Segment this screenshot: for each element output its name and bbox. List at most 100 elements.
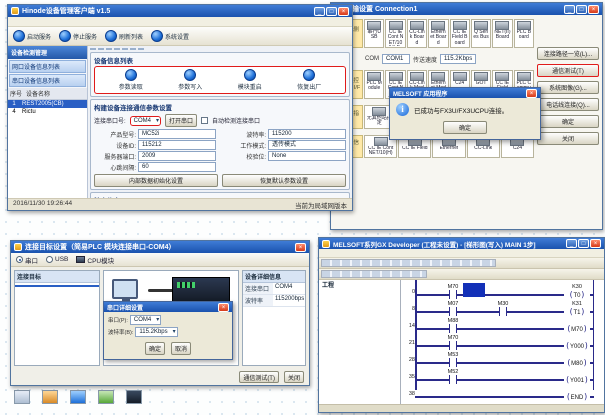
ok-button[interactable]: 确定	[443, 121, 487, 134]
coil-label: T1	[573, 310, 580, 316]
coil-symbol[interactable]: K30 (T0)	[564, 284, 590, 301]
contact-symbol[interactable]: M88	[441, 318, 465, 333]
close-button[interactable]	[338, 7, 349, 16]
close-button[interactable]	[590, 239, 601, 248]
interface-tile[interactable]: 串行USB	[364, 19, 384, 48]
close-button[interactable]	[526, 89, 537, 98]
param-input[interactable]: 透传模式	[268, 140, 346, 150]
open-port-button[interactable]: 打开串口	[165, 114, 197, 127]
device-manager-titlebar[interactable]: Hinode设备管理客户端 v1.5	[8, 5, 352, 17]
restore-defaults-button[interactable]: 恢复默认参数设置	[222, 174, 346, 187]
project-root[interactable]: 工程	[320, 282, 399, 291]
toolbar-button[interactable]: 启动服务	[13, 30, 51, 42]
serial-port-select[interactable]: COM4	[130, 315, 161, 325]
coil-symbol[interactable]: K31 (T1)	[564, 301, 590, 318]
system-image-button[interactable]: 系统图像(G)...	[537, 81, 599, 94]
connection-channel-list-button[interactable]: 连接路径一览(L)...	[537, 47, 599, 60]
device-list-row[interactable]: 1 REST2005(CB)	[8, 100, 87, 108]
param-input[interactable]: 60	[138, 162, 216, 172]
coil-symbol[interactable]: (M70)	[564, 318, 590, 335]
gx-developer-titlebar[interactable]: MELSOFT系列GX Developer (工程未设置) - [梯形图(写入)…	[319, 238, 604, 249]
serial-radio-option[interactable]: 串口	[16, 255, 38, 265]
cancel-button[interactable]: 取消	[171, 342, 191, 355]
contact-symbol[interactable]: M53	[441, 352, 465, 367]
close-button[interactable]	[295, 243, 306, 252]
interface-tile[interactable]: Ethernet Board	[428, 19, 448, 48]
desktop-shortcut-icon[interactable]	[126, 390, 142, 404]
device-action-button[interactable]: 恢复出厂	[297, 69, 321, 91]
tree-item[interactable]	[15, 287, 99, 289]
ok-button[interactable]: 确定	[145, 342, 165, 355]
contact-symbol[interactable]: M07	[441, 301, 465, 316]
coil-symbol[interactable]: (Y001)	[564, 369, 590, 386]
interface-tile[interactable]: CC IE Field Board	[450, 19, 470, 48]
param-input[interactable]: 115212	[138, 140, 216, 150]
contact-symbol[interactable]: M30	[491, 301, 515, 316]
desktop-shortcut-icon[interactable]	[98, 390, 114, 404]
ladder-symbol-toolbar[interactable]	[319, 269, 604, 280]
module-image-icon	[389, 72, 403, 81]
coil-symbol[interactable]: (END)	[564, 386, 590, 403]
maximize-button[interactable]	[576, 5, 587, 14]
minimize-button[interactable]	[564, 5, 575, 14]
close-button[interactable]	[218, 303, 229, 312]
transfer-setup-titlebar[interactable]: 传输设置 Connection1	[331, 3, 602, 15]
contact-symbol[interactable]: M70	[441, 335, 465, 350]
interface-tile[interactable]: PLC Board	[514, 19, 534, 48]
baud-rate-select[interactable]: 115.2Kbps	[135, 327, 177, 337]
desktop-shortcut-icon[interactable]	[42, 390, 58, 404]
init-internal-data-button[interactable]: 内部数据初始化设置	[94, 174, 218, 187]
ladder-editor[interactable]: 0 M70 K30 (T0)	[401, 280, 604, 404]
subdialog-titlebar[interactable]: 串口详细设置	[104, 302, 232, 312]
device-action-button[interactable]: 参数写入	[178, 69, 202, 91]
sidebar-item-lan-devices[interactable]: 网口设备信息列表	[9, 60, 86, 73]
param-input[interactable]: MC52i	[138, 129, 216, 139]
param-input[interactable]: 115200	[268, 129, 346, 139]
desktop-shortcut-icon[interactable]	[70, 390, 86, 404]
toolbar-round-icon	[13, 30, 25, 42]
coil-symbol[interactable]: (Y000)	[564, 335, 590, 352]
interface-tile[interactable]: CC IE Cont NET/10(H) Board	[385, 19, 405, 48]
device-action-button[interactable]: 参数读取	[119, 69, 143, 91]
interface-tile[interactable]: Q Series Bus	[471, 19, 491, 48]
com-value[interactable]: COM1	[382, 54, 410, 64]
toolbar-button[interactable]: 刷新列表	[105, 30, 143, 42]
param-input[interactable]: 2009	[138, 151, 216, 161]
communication-test-button[interactable]: 通信测试(T)	[239, 371, 279, 383]
port-select[interactable]: COM4	[130, 116, 161, 126]
sidebar-item-serial-devices[interactable]: 串口设备信息列表	[9, 74, 86, 87]
desktop-shortcut-row	[14, 390, 142, 404]
maximize-button[interactable]	[578, 239, 589, 248]
communication-test-button[interactable]: 通信测试(T)	[537, 64, 599, 77]
cpu-module-item[interactable]: CPU模块	[76, 255, 114, 265]
coil-symbol[interactable]: (M80)	[564, 352, 590, 369]
close-button[interactable]	[588, 5, 599, 14]
auto-detect-checkbox[interactable]	[201, 117, 208, 124]
close-button[interactable]: 关闭	[537, 132, 599, 145]
connection-setup-titlebar[interactable]: 连接目标设置（简易PLC 模块连接串口-COM4）	[11, 241, 309, 253]
minimize-button[interactable]	[566, 239, 577, 248]
coil-icon: (END)	[564, 392, 590, 403]
device-list-row[interactable]: 4 Rictu	[8, 108, 87, 116]
param-buttons-row: 内部数据初始化设置 恢复默认参数设置	[94, 174, 346, 187]
close-button[interactable]: 关闭	[284, 371, 304, 383]
interface-tile[interactable]: NET(II) Board	[492, 19, 512, 48]
ok-button[interactable]: 确定	[537, 115, 599, 128]
toolbar-button[interactable]: 系统设置	[151, 30, 189, 42]
desktop-shortcut-icon[interactable]	[14, 390, 30, 404]
minimize-button[interactable]	[314, 7, 325, 16]
melsoft-dialog-titlebar[interactable]: MELSOFT 应用程序	[390, 88, 540, 98]
phone-line-connection-button[interactable]: 电话线连接(Q)...	[537, 98, 599, 111]
device-action-button[interactable]: 模块重启	[238, 69, 262, 91]
contact-symbol[interactable]: M52	[441, 369, 465, 384]
contact-symbol[interactable]: M70	[441, 284, 465, 299]
param-input[interactable]: None	[268, 151, 346, 161]
contact-icon	[499, 307, 507, 316]
usb-radio-option[interactable]: USB	[46, 256, 68, 263]
maximize-button[interactable]	[326, 7, 337, 16]
baud-value[interactable]: 115.2Kbps	[440, 54, 476, 64]
toolbar-button[interactable]: 停止服务	[59, 30, 97, 42]
interface-tile[interactable]: CC-Link Board	[407, 19, 427, 48]
interface-tile[interactable]: PLC Module	[364, 70, 384, 99]
toolbar-icon-strip[interactable]	[319, 258, 604, 269]
